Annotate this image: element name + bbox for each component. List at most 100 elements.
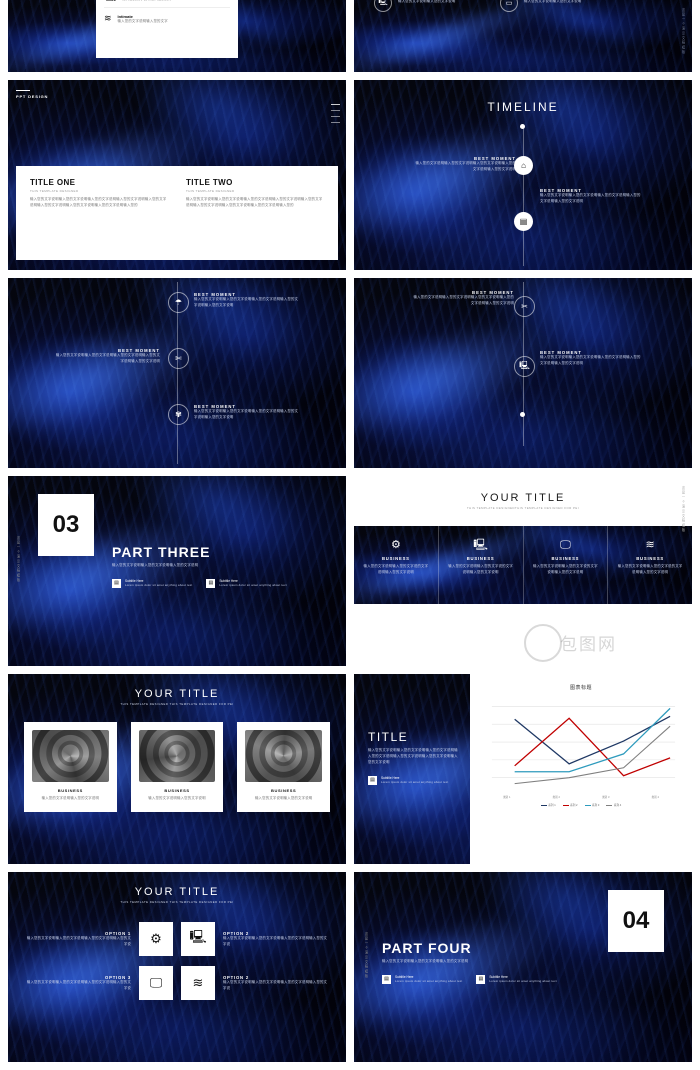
slide-s02[interactable]: 🖳 BEST MOMENT 输入您的文字说明输入您的文字说明 ▭ BEST MO… [354,0,692,72]
note-icon: ▤ [112,578,121,588]
column-title: TITLE ONE [30,178,76,187]
slide-s03[interactable]: PPT DESIGN TITLE ONE THIS TEMPLATE DESIG… [8,80,346,270]
slide-sub: THIS TEMPLATE DESIGNEDTHIS TEMPLATE DESI… [466,506,580,510]
slide-s01[interactable]: 🖳 Intimate 输入您的文字说明输入您的文字 ≋ Intimate 输入您… [8,0,346,72]
photo-card[interactable]: BUSINESS 输入您的文字说明输入您的文字说明 [130,722,224,812]
section-number: 04 [622,907,650,934]
x-tick: 类别 2 [552,796,560,799]
wifi-icon: ≋ [104,13,112,24]
devices-icon: 🖵 [139,966,173,1000]
slide-s08[interactable]: YOUR TITLE THIS TEMPLATE DESIGNEDTHIS TE… [354,476,692,666]
column-sub: THIS TEMPLATE DESIGNED [30,189,79,193]
item-desc: 输入您的文字说明输入您的文字说明输入您的文字说明输入您的文字说明输入您的文字说明 [194,297,299,307]
section-number-box: 03 [38,494,94,556]
photo-card[interactable]: BUSINESS 输入您的文字说明输入您的文字说明 [237,722,331,812]
legend-item: 系列 3 [584,803,600,807]
section-number: 03 [52,511,80,538]
line-chart [491,706,676,785]
chart-panel: 图表标题 类别 1 类别 2 类别 3 类别 4 系列 1 系列 2 系列 3 … [470,674,692,864]
note-icon: ▤ [206,578,216,588]
slide-desc: 输入您的文字说明输入您的文字说明输入您的文字说明输入您的文字说明输入您的文字说明… [368,748,458,764]
mini-desc: Lorem ipsum dolor sit amet anything abou… [219,582,287,587]
slide-sub: THIS TEMPLATE DESIGNED THIS TEMPLATE DES… [120,702,234,706]
item-label: BUSINESS [551,556,580,561]
wifi-icon: ≋ [645,539,655,551]
timeline-axis [523,126,524,266]
slide-title: TIMELINE [487,100,559,114]
column-sub: THIS TEMPLATE DESIGNED [186,189,235,193]
section-desc: 输入您的文字说明输入您的文字说明输入您的文字说明 [382,959,469,963]
devices-icon: 🖵 [560,539,571,551]
side-text: 这是一个演示文稿模板 [681,486,685,533]
watermark: 包图网 [560,635,617,654]
laptop-icon: ▭ [500,0,518,12]
slide-s06[interactable]: BEST MOMENT 输入您的文字说明输入您的文字说明输入您的文字说明输入您的… [354,278,692,468]
slide-s09[interactable]: YOUR TITLE THIS TEMPLATE DESIGNED THIS T… [8,674,346,864]
brand-label: PPT DESIGN [16,94,49,99]
option-desc: 输入您的文字说明输入您的文字说明输入您的文字说明输入您的文字说 [223,935,328,946]
slide-s12[interactable]: 04 PART FOUR 输入您的文字说明输入您的文字说明输入您的文字说明 ▤ … [354,872,692,1062]
card-desc: 输入您的文字说明输入您的文字说明 [41,796,100,800]
side-text: 这是一个演示文稿模板 [681,8,685,55]
item-desc: 输入您的文字说明输入您的文字说的文字说明输入您的文字说明 [363,564,429,574]
x-tick: 类别 1 [503,796,511,799]
note-icon: ▤ [368,775,377,785]
slide-contact-sheet: 🖳 Intimate 输入您的文字说明输入您的文字 ≋ Intimate 输入您… [0,0,700,1062]
item-desc: 输入您的文字说明输入您的文字说明输入您的文字说明输入您的文字说明输入您的文字说明 [55,353,160,363]
slide-row-3: ☂ BEST MOMENT 输入您的文字说明输入您的文字说明输入您的文字说明输入… [8,278,692,468]
photo-card[interactable]: BUSINESS 输入您的文字说明输入您的文字说明 [24,722,117,812]
slide-row-6: YOUR TITLE THIS TEMPLATE DESIGNED THIS T… [8,872,692,1062]
item-desc: 输入您的文字说明输入您的文字说明输入您的文字说明输入您的文字说明输入您的文字说明 [194,409,299,419]
wifi-icon: ≋ [181,966,215,1000]
scissors-icon: ✄ [168,348,189,369]
watermark-circle [524,624,562,662]
slide-s10[interactable]: TITLE 输入您的文字说明输入您的文字说明输入您的文字说明输入您的文字说明输入… [354,674,692,864]
legend-label: 系列 3 [592,804,600,807]
item-desc: 输入您的文字说明输入您的文字说明 [524,0,582,3]
column-body: 输入您的文字说明输入您的文字说明输入您的文字说明输入您的文字说明输入您的文字说明… [30,197,167,207]
option-desc: 输入您的文字说明输入您的文字说明输入您的文字说明输入您的文字说 [26,979,131,990]
slide-grid: 🖳 Intimate 输入您的文字说明输入您的文字 ≋ Intimate 输入您… [8,0,692,1070]
section-title: PART FOUR [382,940,472,956]
gear-icon: ⚙ [139,922,173,956]
item-desc: 输入您的文字说明输入您的文字说明 [398,0,456,3]
section-desc: 输入您的文字说明输入您的文字说明输入您的文字说明 [112,563,199,567]
chart-title: 图表标题 [569,685,592,691]
slide-s05[interactable]: ☂ BEST MOMENT 输入您的文字说明输入您的文字说明输入您的文字说明输入… [8,278,346,468]
card-item-desc: 输入您的文字说明输入您的文字 [122,0,172,3]
item-label: BUSINESS [636,556,665,561]
item-label: BUSINESS [466,556,495,561]
mini-desc: Lorem ipsum dolor sit amet anything abou… [489,978,557,983]
legend-item: 系列 1 [540,803,556,807]
slide-s11[interactable]: YOUR TITLE THIS TEMPLATE DESIGNED THIS T… [8,872,346,1062]
item-desc: 输入您的文字说明输入您的文字说的文字说明输入您的文字说明 [617,564,683,574]
slide-s04[interactable]: TIMELINE BEST MOMENT 输入您的文字说明输入您的文字说明输入您… [354,80,692,270]
slide-row-5: YOUR TITLE THIS TEMPLATE DESIGNED THIS T… [8,674,692,864]
slide-title: YOUR TITLE [480,492,566,504]
link-icon: ✂ [514,296,535,317]
umbrella-icon: ☂ [168,292,189,313]
mini-desc: Lorem ipsum dolor sit amet anything abou… [381,779,449,784]
item-desc: 输入您的文字说明输入您的文字说的文字说明输入您的文字说明 [533,564,598,574]
monitor-icon: 🖳 [374,0,392,12]
card-desc: 输入您的文字说明输入您的文字说明 [254,796,313,800]
timeline-dot [520,124,525,129]
section-number-box: 04 [608,890,664,952]
note-icon: ▤ [382,974,391,984]
card-desc: 输入您的文字说明输入您的文字说明 [148,796,206,800]
popup-card: 🖳 Intimate 输入您的文字说明输入您的文字 ≋ Intimate 输入您… [96,0,238,58]
monitor-icon: 🖳 [473,539,488,551]
gear-icon: ⚙ [390,539,401,551]
content-panel: TITLE ONE THIS TEMPLATE DESIGNED 输入您的文字说… [16,166,338,260]
item-desc: 输入您的文字说明输入您的文字说明输入您的文字说明输入您的文字说明输入您的文字说明 [415,161,516,171]
photo-thumbnail [245,730,323,782]
slide-s07[interactable]: 03 PART THREE 输入您的文字说明输入您的文字说明输入您的文字说明 ▤… [8,476,346,666]
column-body: 输入您的文字说明输入您的文字说明输入您的文字说明输入您的文字说明输入您的文字说明… [186,197,323,207]
book-icon: ▤ [514,212,533,231]
mini-desc: Lorem ipsum dolor sit amet anything abou… [395,978,463,983]
slide-title: YOUR TITLE [134,886,220,898]
card-label: BUSINESS [164,788,190,793]
legend-label: 系列 4 [613,804,622,807]
note-icon: ▤ [476,974,486,984]
legend-item: 系列 4 [606,803,621,807]
